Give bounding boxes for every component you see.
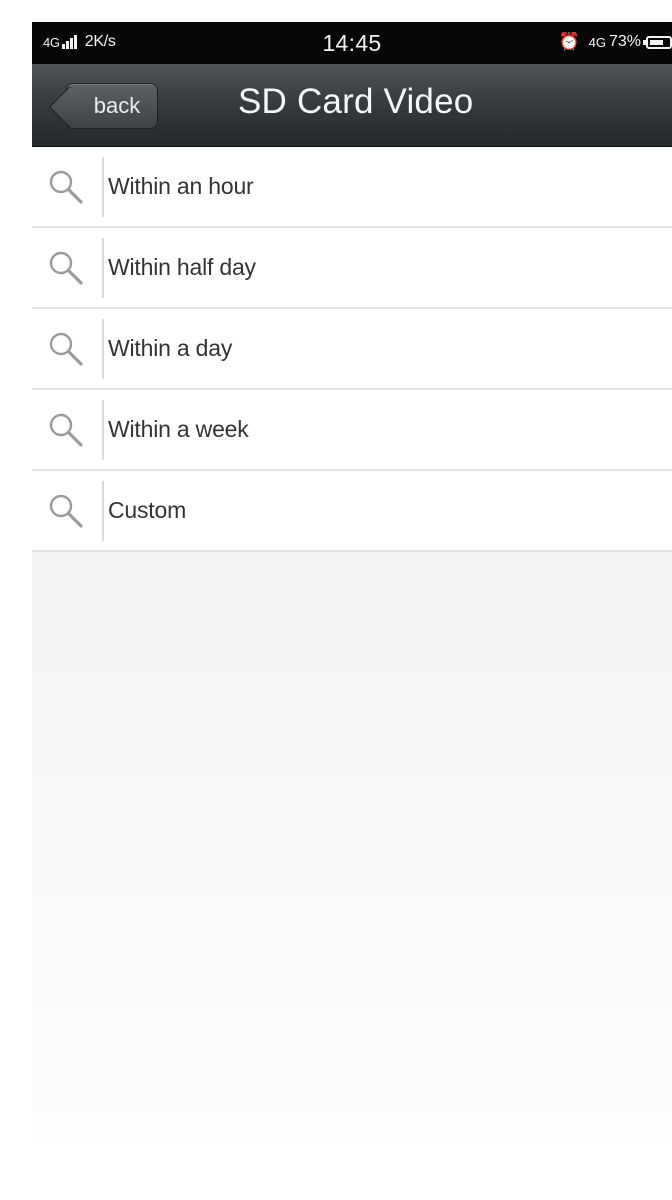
search-icon <box>49 494 83 528</box>
back-button[interactable]: back <box>48 83 158 129</box>
filter-item-within-an-hour[interactable]: Within an hour <box>32 147 672 228</box>
item-divider <box>102 319 104 379</box>
status-bar: 4G 2K/s 14:45 ⏰ 4G 73% <box>32 22 672 64</box>
filter-item-label: Within half day <box>108 254 256 280</box>
item-divider <box>102 157 104 217</box>
navigation-bar: back SD Card Video <box>32 64 672 147</box>
back-arrow-shape <box>48 85 92 129</box>
search-icon <box>49 413 83 447</box>
search-icon <box>49 332 83 366</box>
filter-item-label: Within an hour <box>108 173 254 199</box>
item-divider <box>102 238 104 298</box>
battery-icon <box>643 35 672 49</box>
back-button-label: back <box>93 93 141 118</box>
item-divider <box>102 481 104 541</box>
phone-screen: 4G 2K/s 14:45 ⏰ 4G 73% back SD Card Vide… <box>32 22 672 1142</box>
status-right: ⏰ 4G 73% <box>558 32 672 52</box>
filter-item-within-a-week[interactable]: Within a week <box>32 390 672 471</box>
search-icon <box>49 251 83 285</box>
time-filter-list: Within an hour Within half day Within a … <box>32 147 672 552</box>
filter-item-within-half-day[interactable]: Within half day <box>32 228 672 309</box>
filter-item-label: Within a day <box>108 335 233 361</box>
battery-percent: 73% <box>608 33 641 50</box>
item-divider <box>102 400 104 460</box>
battery-fill <box>650 39 663 45</box>
filter-item-label: Custom <box>108 497 187 523</box>
network-type-right: 4G <box>588 34 606 50</box>
filter-item-within-a-day[interactable]: Within a day <box>32 309 672 390</box>
alarm-clock-icon: ⏰ <box>558 32 580 51</box>
search-icon <box>49 170 83 204</box>
page-title: SD Card Video <box>238 82 474 121</box>
filter-item-custom[interactable]: Custom <box>32 471 672 552</box>
filter-item-label: Within a week <box>108 416 249 442</box>
